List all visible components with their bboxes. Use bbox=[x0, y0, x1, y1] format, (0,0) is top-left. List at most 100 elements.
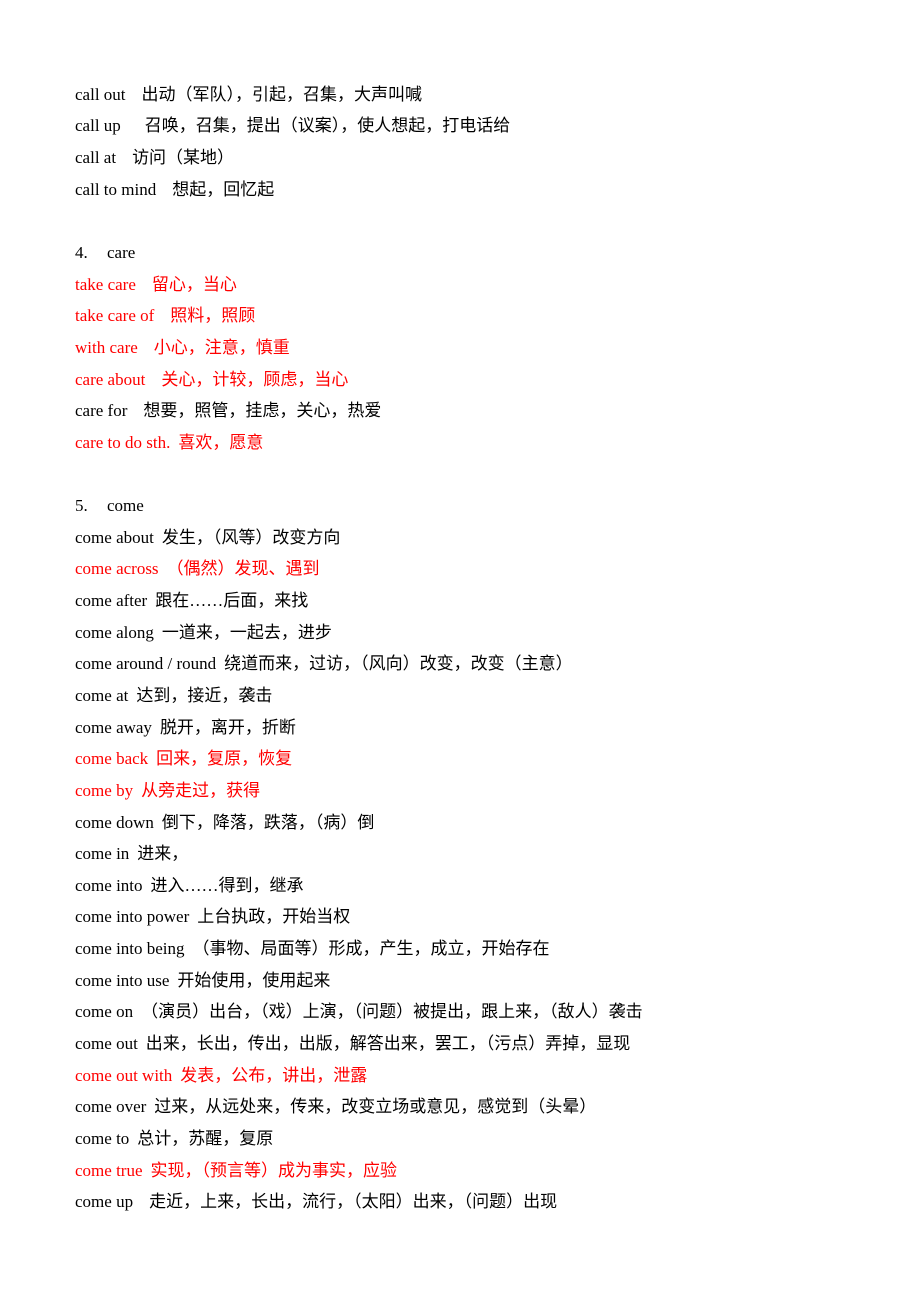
phrase-term: come true bbox=[75, 1160, 143, 1180]
phrase-entry: come after 跟在……后面，来找 bbox=[75, 585, 875, 617]
phrase-definition: 实现，（预言等）成为事实，应验 bbox=[150, 1160, 398, 1180]
phrase-definition: 走近，上来，长出，流行，（太阳）出来，（问题）出现 bbox=[149, 1192, 558, 1212]
phrase-entry: come back 回来，复原，恢复 bbox=[75, 743, 875, 775]
phrase-term: come at bbox=[75, 685, 129, 705]
phrase-definition: 想起，回忆起 bbox=[172, 179, 275, 199]
phrase-entry: with care 小心，注意，慎重 bbox=[75, 332, 875, 364]
phrase-term: come after bbox=[75, 591, 148, 611]
phrase-term: come away bbox=[75, 717, 152, 737]
phrase-definition: 关心，计较，顾虑，当心 bbox=[161, 369, 349, 389]
section-heading: 5. come bbox=[75, 490, 875, 522]
phrase-definition: 脱开，离开，折断 bbox=[159, 717, 296, 737]
phrase-entry: come out with 发表，公布，讲出，泄露 bbox=[75, 1060, 875, 1092]
phrase-definition: 一道来，一起去，进步 bbox=[161, 622, 332, 642]
phrase-term: care for bbox=[75, 401, 128, 421]
phrase-entry: come away 脱开，离开，折断 bbox=[75, 712, 875, 744]
phrase-entry: come along 一道来，一起去，进步 bbox=[75, 617, 875, 649]
phrase-definition: 喜欢，愿意 bbox=[178, 432, 264, 452]
phrase-definition: 发生，（风等）改变方向 bbox=[161, 527, 341, 547]
phrase-entry: come on （演员）出台，（戏）上演，（问题）被提出，跟上来，（敌人）袭击 bbox=[75, 997, 875, 1029]
phrase-entry: call out 出动（军队），引起，召集，大声叫喊 bbox=[75, 79, 875, 111]
phrase-entry: come true 实现，（预言等）成为事实，应验 bbox=[75, 1155, 875, 1187]
phrase-entry: come about 发生，（风等）改变方向 bbox=[75, 522, 875, 554]
phrase-term: come on bbox=[75, 1002, 134, 1022]
phrase-entry: call up 召唤，召集，提出（议案），使人想起，打电话给 bbox=[75, 111, 875, 143]
phrase-term: come into bbox=[75, 875, 143, 895]
phrase-definition: 发表，公布，讲出，泄露 bbox=[180, 1065, 368, 1085]
phrase-definition: 从旁走过，获得 bbox=[141, 780, 261, 800]
phrase-entry: care about 关心，计较，顾虑，当心 bbox=[75, 364, 875, 396]
section-heading: 4. care bbox=[75, 237, 875, 269]
phrase-entry: come out 出来，长出，传出，出版，解答出来，罢工，（污点）弄掉，显现 bbox=[75, 1028, 875, 1060]
phrase-definition: 出动（军队），引起，召集，大声叫喊 bbox=[141, 84, 423, 104]
phrase-term: come up bbox=[75, 1192, 134, 1212]
section-number: 4. bbox=[75, 243, 88, 263]
phrase-definition: 进来， bbox=[137, 844, 189, 864]
phrase-entry: come down 倒下，降落，跌落，（病）倒 bbox=[75, 807, 875, 839]
section-number: 5. bbox=[75, 496, 88, 516]
phrase-term: come across bbox=[75, 559, 159, 579]
phrase-entry: come over 过来，从远处来，传来，改变立场或意见，感觉到（头晕） bbox=[75, 1092, 875, 1124]
phrase-definition: 访问（某地） bbox=[132, 148, 235, 168]
phrase-entry: come into power 上台执政，开始当权 bbox=[75, 902, 875, 934]
phrase-entry: call to mind 想起，回忆起 bbox=[75, 174, 875, 206]
phrase-term: come into power bbox=[75, 907, 190, 927]
phrase-entry: come at 达到，接近，袭击 bbox=[75, 680, 875, 712]
phrase-term: care about bbox=[75, 369, 146, 389]
document-page: call out 出动（军队），引起，召集，大声叫喊 call up 召唤，召集，提出… bbox=[75, 79, 875, 1218]
phrase-entry: come into 进入……得到，继承 bbox=[75, 870, 875, 902]
phrase-term: come to bbox=[75, 1128, 130, 1148]
phrase-definition: （演员）出台，（戏）上演，（问题）被提出，跟上来，（敌人）袭击 bbox=[141, 1002, 643, 1022]
phrase-term: come into being bbox=[75, 939, 185, 959]
phrase-definition: 想要，照管，挂虑，关心，热爱 bbox=[143, 401, 382, 421]
phrase-definition: 过来，从远处来，传来，改变立场或意见，感觉到（头晕） bbox=[154, 1097, 597, 1117]
phrase-definition: 召唤，召集，提出（议案），使人想起，打电话给 bbox=[144, 116, 511, 136]
phrase-definition: 倒下，降落，跌落，（病）倒 bbox=[161, 812, 375, 832]
phrase-definition: 绕道而来，过访，（风向）改变，改变（主意） bbox=[224, 654, 573, 674]
phrase-definition: （偶然）发现、遇到 bbox=[166, 559, 320, 579]
phrase-definition: 跟在……后面，来找 bbox=[155, 591, 309, 611]
phrase-term: come around / round bbox=[75, 654, 217, 674]
phrase-entry: take care 留心，当心 bbox=[75, 269, 875, 301]
phrase-entry: come in 进来， bbox=[75, 838, 875, 870]
phrase-term: come about bbox=[75, 527, 154, 547]
phrase-entry: take care of 照料，照顾 bbox=[75, 300, 875, 332]
phrase-term: call up bbox=[75, 116, 121, 136]
phrase-definition: （事物、局面等）形成，产生，成立，开始存在 bbox=[192, 939, 550, 959]
phrase-entry: call at 访问（某地） bbox=[75, 142, 875, 174]
phrase-definition: 小心，注意，慎重 bbox=[153, 337, 290, 357]
phrase-term: come out bbox=[75, 1034, 138, 1054]
phrase-term: call at bbox=[75, 148, 117, 168]
phrase-term: come over bbox=[75, 1097, 147, 1117]
phrase-term: come by bbox=[75, 780, 134, 800]
phrase-entry: come across （偶然）发现、遇到 bbox=[75, 554, 875, 586]
phrase-entry: care for 想要，照管，挂虑，关心，热爱 bbox=[75, 395, 875, 427]
phrase-definition: 上台执政，开始当权 bbox=[197, 907, 351, 927]
phrase-entry: come into being （事物、局面等）形成，产生，成立，开始存在 bbox=[75, 933, 875, 965]
phrase-definition: 留心，当心 bbox=[151, 274, 237, 294]
phrase-entry: care to do sth. 喜欢，愿意 bbox=[75, 427, 875, 459]
phrase-term: call out bbox=[75, 84, 126, 104]
phrase-term: take care bbox=[75, 274, 136, 294]
phrase-entry: come to 总计，苏醒，复原 bbox=[75, 1123, 875, 1155]
phrase-entry: come up 走近，上来，长出，流行，（太阳）出来，（问题）出现 bbox=[75, 1186, 875, 1218]
phrase-term: take care of bbox=[75, 306, 155, 326]
phrase-term: come back bbox=[75, 749, 149, 769]
phrase-term: with care bbox=[75, 337, 138, 357]
phrase-entry: come by 从旁走过，获得 bbox=[75, 775, 875, 807]
phrase-definition: 照料，照顾 bbox=[170, 306, 256, 326]
phrase-term: care to do sth. bbox=[75, 432, 171, 452]
phrase-entry: come around / round 绕道而来，过访，（风向）改变，改变（主意） bbox=[75, 649, 875, 681]
phrase-definition: 达到，接近，袭击 bbox=[136, 685, 273, 705]
phrase-definition: 出来，长出，传出，出版，解答出来，罢工，（污点）弄掉，显现 bbox=[145, 1034, 631, 1054]
phrase-term: call to mind bbox=[75, 179, 157, 199]
phrase-definition: 开始使用，使用起来 bbox=[177, 970, 331, 990]
section-word: come bbox=[107, 496, 144, 516]
phrase-definition: 进入……得到，继承 bbox=[150, 875, 304, 895]
phrase-term: come along bbox=[75, 622, 154, 642]
section-word: care bbox=[107, 243, 136, 263]
phrase-term: come in bbox=[75, 844, 130, 864]
phrase-term: come into use bbox=[75, 970, 170, 990]
